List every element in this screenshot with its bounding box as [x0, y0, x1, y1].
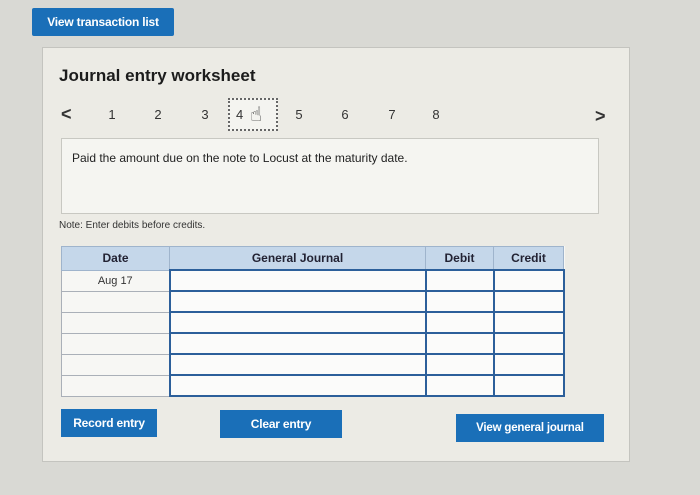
- debit-field[interactable]: [424, 290, 495, 313]
- table-row: [61, 353, 565, 376]
- page-4-label: 4: [236, 107, 244, 122]
- transaction-description: Paid the amount due on the note to Locus…: [72, 151, 408, 165]
- account-field[interactable]: [168, 269, 427, 292]
- page-2[interactable]: 2: [151, 107, 165, 122]
- page-5[interactable]: 5: [292, 107, 306, 122]
- worksheet-title: Journal entry worksheet: [59, 66, 256, 85]
- table-row: [61, 311, 565, 334]
- table-header-row: Date General Journal Debit Credit: [61, 246, 564, 271]
- chevron-left-icon[interactable]: <: [61, 104, 72, 125]
- debit-header: Debit: [425, 246, 494, 271]
- credit-field[interactable]: [492, 290, 565, 313]
- date-cell[interactable]: [61, 353, 170, 376]
- table-row: [61, 290, 565, 313]
- general-journal-header: General Journal: [169, 246, 426, 271]
- debit-field[interactable]: [424, 374, 495, 397]
- journal-entry-worksheet-panel: Journal entry worksheet < 1 2 3 4 ☝ 5 6 …: [42, 47, 630, 462]
- credit-field[interactable]: [492, 269, 565, 292]
- page-3[interactable]: 3: [198, 107, 212, 122]
- debit-field[interactable]: [424, 269, 495, 292]
- debit-field[interactable]: [424, 311, 495, 334]
- page-1[interactable]: 1: [105, 107, 119, 122]
- table-row: [61, 374, 565, 397]
- page-4-active[interactable]: 4 ☝: [228, 98, 278, 131]
- credit-header: Credit: [493, 246, 564, 271]
- entry-note: Note: Enter debits before credits.: [59, 220, 206, 231]
- transaction-description-box: Paid the amount due on the note to Locus…: [61, 138, 599, 214]
- credit-field[interactable]: [492, 374, 565, 397]
- date-cell[interactable]: [61, 374, 170, 397]
- date-header: Date: [61, 246, 170, 271]
- credit-field[interactable]: [492, 353, 565, 376]
- credit-field[interactable]: [492, 311, 565, 334]
- page-6[interactable]: 6: [338, 107, 352, 122]
- page-8[interactable]: 8: [429, 107, 443, 122]
- date-cell[interactable]: [61, 311, 170, 334]
- date-cell[interactable]: Aug 17: [61, 269, 170, 292]
- account-field[interactable]: [168, 374, 427, 397]
- account-field[interactable]: [168, 311, 427, 334]
- table-row: [61, 332, 565, 355]
- chevron-right-icon[interactable]: >: [595, 106, 606, 127]
- account-field[interactable]: [168, 290, 427, 313]
- debit-field[interactable]: [424, 353, 495, 376]
- view-general-journal-button[interactable]: View general journal: [456, 414, 604, 442]
- account-field[interactable]: [168, 332, 427, 355]
- date-cell[interactable]: [61, 332, 170, 355]
- record-entry-button[interactable]: Record entry: [61, 409, 157, 437]
- clear-entry-button[interactable]: Clear entry: [220, 410, 342, 438]
- account-field[interactable]: [168, 353, 427, 376]
- page-7[interactable]: 7: [385, 107, 399, 122]
- credit-field[interactable]: [492, 332, 565, 355]
- table-row: Aug 17: [61, 269, 565, 292]
- view-transaction-list-button[interactable]: View transaction list: [32, 8, 174, 36]
- debit-field[interactable]: [424, 332, 495, 355]
- journal-table: Date General Journal Debit Credit Aug 17: [61, 246, 565, 397]
- date-cell[interactable]: [61, 290, 170, 313]
- hand-pointer-icon: ☝: [250, 104, 263, 126]
